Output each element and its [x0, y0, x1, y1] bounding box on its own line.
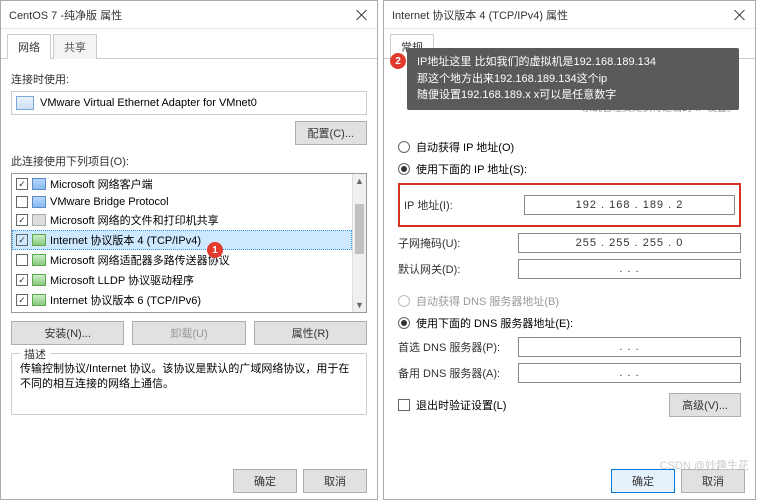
radio-auto-ip-label: 自动获得 IP 地址(O) — [416, 139, 514, 155]
ip-label: IP 地址(I): — [404, 197, 524, 213]
titlebar-left[interactable]: CentOS 7 -纯净版 属性 — [1, 1, 377, 29]
checkbox-icon[interactable]: ✓ — [16, 214, 28, 226]
right-body: 系统管理员处获得适当的 IP 设置。 自动获得 IP 地址(O) 使用下面的 I… — [384, 59, 755, 477]
radio-icon[interactable] — [398, 317, 410, 329]
checkbox-icon[interactable] — [398, 399, 410, 411]
annotation-badge-1: 1 — [207, 242, 223, 258]
properties-button[interactable]: 属性(R) — [254, 321, 367, 345]
checkbox-icon[interactable]: ✓ — [16, 294, 28, 306]
cancel-button[interactable]: 取消 — [303, 469, 367, 493]
scrollbar[interactable]: ▲ ▼ — [352, 174, 366, 312]
ip-highlight-box: IP 地址(I): 192 . 168 . 189 . 2 — [398, 183, 741, 227]
adapter-field: VMware Virtual Ethernet Adapter for VMne… — [11, 91, 367, 115]
list-item[interactable]: ✓链路层拓扑发现响应程序 — [12, 310, 352, 312]
checkbox-icon[interactable] — [16, 254, 28, 266]
connect-label: 连接时使用: — [11, 71, 367, 87]
desc-text: 传输控制协议/Internet 协议。该协议是默认的广域网络协议，用于在不同的相… — [20, 362, 358, 393]
items-label: 此连接使用下列项目(O): — [11, 153, 367, 169]
radio-icon[interactable] — [398, 141, 410, 153]
radio-auto-dns-label: 自动获得 DNS 服务器地址(B) — [416, 293, 559, 309]
dns2-input[interactable]: . . . — [518, 363, 741, 383]
checkbox-icon[interactable]: ✓ — [16, 178, 28, 190]
checkbox-icon[interactable]: ✓ — [16, 234, 28, 246]
radio-use-dns-row[interactable]: 使用下面的 DNS 服务器地址(E): — [398, 315, 741, 331]
desc-legend: 描述 — [20, 346, 50, 362]
dialog-title: CentOS 7 -纯净版 属性 — [9, 7, 355, 23]
radio-icon[interactable] — [398, 163, 410, 175]
adapter-icon — [16, 96, 34, 110]
radio-use-ip-label: 使用下面的 IP 地址(S): — [416, 161, 527, 177]
item-buttons: 安装(N)... 卸载(U) 属性(R) — [11, 321, 367, 345]
list-item[interactable]: ✓Microsoft 网络的文件和打印机共享 — [12, 210, 352, 230]
protocol-icon — [32, 254, 46, 266]
left-body: 连接时使用: VMware Virtual Ethernet Adapter f… — [1, 59, 377, 423]
exit-validate-label: 退出时验证设置(L) — [416, 397, 506, 413]
checkbox-icon[interactable] — [16, 196, 28, 208]
list-item[interactable]: ✓Microsoft 网络客户端 — [12, 174, 352, 194]
connection-items-list[interactable]: ✓Microsoft 网络客户端 VMware Bridge Protocol … — [11, 173, 367, 313]
client-icon — [32, 178, 46, 190]
radio-use-dns-label: 使用下面的 DNS 服务器地址(E): — [416, 315, 573, 331]
advanced-button[interactable]: 高级(V)... — [669, 393, 741, 417]
scroll-down-icon[interactable]: ▼ — [353, 298, 366, 312]
scroll-up-icon[interactable]: ▲ — [353, 174, 366, 188]
list-item-ipv4[interactable]: ✓Internet 协议版本 4 (TCP/IPv4) — [12, 230, 352, 250]
exit-validate-row[interactable]: 退出时验证设置(L) 高级(V)... — [398, 393, 741, 417]
ok-button[interactable]: 确定 — [233, 469, 297, 493]
tooltip-line: IP地址这里 比如我们的虚拟机是192.168.189.134 — [417, 54, 729, 71]
ip-address-input[interactable]: 192 . 168 . 189 . 2 — [524, 195, 735, 215]
radio-use-ip-row[interactable]: 使用下面的 IP 地址(S): — [398, 161, 741, 177]
annotation-badge-2: 2 — [390, 53, 406, 69]
scroll-thumb[interactable] — [355, 204, 364, 254]
configure-button[interactable]: 配置(C)... — [295, 121, 367, 145]
protocol-icon — [32, 294, 46, 306]
dns1-label: 首选 DNS 服务器(P): — [398, 339, 518, 355]
dns2-label: 备用 DNS 服务器(A): — [398, 365, 518, 381]
service-icon — [32, 214, 46, 226]
protocol-icon — [32, 234, 46, 246]
radio-auto-dns-row: 自动获得 DNS 服务器地址(B) — [398, 293, 741, 309]
list-item[interactable]: ✓Microsoft LLDP 协议驱动程序 — [12, 270, 352, 290]
list-item[interactable]: ✓Internet 协议版本 6 (TCP/IPv6) — [12, 290, 352, 310]
dialog-title: Internet 协议版本 4 (TCP/IPv4) 属性 — [392, 7, 733, 23]
list-item[interactable]: Microsoft 网络适配器多路传送器协议 — [12, 250, 352, 270]
tab-network[interactable]: 网络 — [7, 34, 51, 59]
gateway-label: 默认网关(D): — [398, 261, 518, 277]
protocol-icon — [32, 274, 46, 286]
annotation-tooltip: IP地址这里 比如我们的虚拟机是192.168.189.134 那这个地方出来1… — [407, 48, 739, 110]
adapter-name: VMware Virtual Ethernet Adapter for VMne… — [40, 97, 257, 109]
close-icon[interactable] — [733, 8, 747, 22]
tabs-left: 网络 共享 — [1, 29, 377, 59]
radio-auto-ip-row[interactable]: 自动获得 IP 地址(O) — [398, 139, 741, 155]
mask-label: 子网掩码(U): — [398, 235, 518, 251]
tooltip-line: 随便设置192.168.189.x x可以是任意数字 — [417, 87, 729, 104]
radio-icon — [398, 295, 410, 307]
gateway-input[interactable]: . . . — [518, 259, 741, 279]
close-icon[interactable] — [355, 8, 369, 22]
list-item[interactable]: VMware Bridge Protocol — [12, 194, 352, 210]
footer-left: 确定 取消 — [233, 469, 367, 493]
checkbox-icon[interactable]: ✓ — [16, 274, 28, 286]
watermark: CSDN @妙趣生花 — [660, 457, 749, 473]
description-group: 描述 传输控制协议/Internet 协议。该协议是默认的广域网络协议，用于在不… — [11, 353, 367, 415]
uninstall-button: 卸载(U) — [132, 321, 245, 345]
network-properties-dialog: CentOS 7 -纯净版 属性 网络 共享 连接时使用: VMware Vir… — [0, 0, 378, 500]
dns1-input[interactable]: . . . — [518, 337, 741, 357]
titlebar-right[interactable]: Internet 协议版本 4 (TCP/IPv4) 属性 — [384, 1, 755, 29]
tooltip-line: 那这个地方出来192.168.189.134这个ip — [417, 71, 729, 88]
tab-sharing[interactable]: 共享 — [53, 34, 97, 59]
install-button[interactable]: 安装(N)... — [11, 321, 124, 345]
subnet-mask-input[interactable]: 255 . 255 . 255 . 0 — [518, 233, 741, 253]
client-icon — [32, 196, 46, 208]
